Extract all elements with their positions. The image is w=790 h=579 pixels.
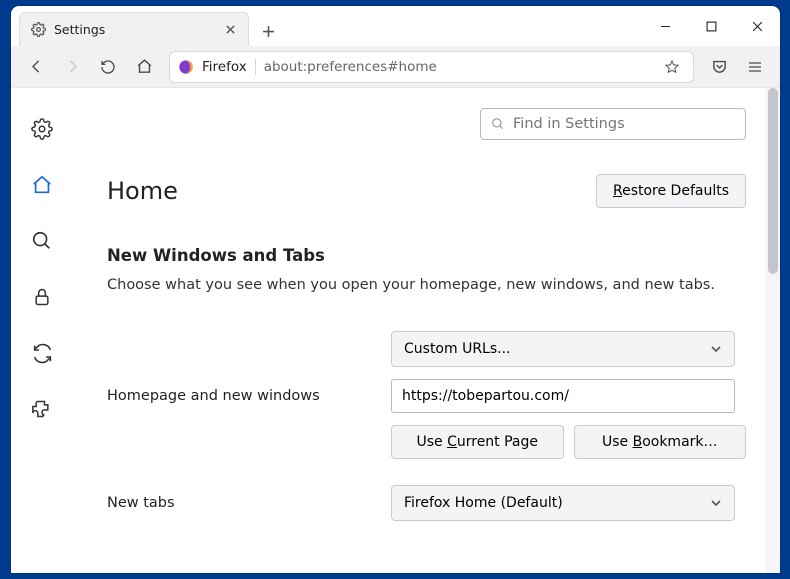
homepage-label: Homepage and new windows bbox=[107, 388, 391, 404]
section-desc: Choose what you see when you open your h… bbox=[107, 275, 746, 295]
homepage-url-input[interactable] bbox=[391, 379, 735, 413]
chevron-down-icon bbox=[710, 343, 722, 355]
home-button[interactable] bbox=[127, 51, 161, 83]
sidebar-sync[interactable] bbox=[29, 340, 55, 366]
settings-search-input[interactable] bbox=[513, 116, 735, 132]
scrollbar[interactable] bbox=[765, 88, 780, 573]
chevron-down-icon bbox=[710, 497, 722, 509]
back-button[interactable] bbox=[19, 51, 53, 83]
use-current-page-button[interactable]: Use Current Page bbox=[391, 425, 564, 459]
scrollbar-thumb[interactable] bbox=[768, 88, 778, 274]
settings-search[interactable] bbox=[480, 108, 746, 140]
sidebar-privacy[interactable] bbox=[29, 284, 55, 310]
forward-button[interactable] bbox=[55, 51, 89, 83]
firefox-icon bbox=[178, 59, 194, 75]
star-icon[interactable] bbox=[659, 54, 685, 80]
menu-button[interactable] bbox=[738, 51, 772, 83]
newtabs-label: New tabs bbox=[107, 495, 391, 511]
reload-button[interactable] bbox=[91, 51, 125, 83]
sidebar-home[interactable] bbox=[29, 172, 55, 198]
url-path: about:preferences#home bbox=[264, 59, 651, 75]
select-value: Firefox Home (Default) bbox=[404, 495, 563, 511]
sidebar-general[interactable] bbox=[29, 116, 55, 142]
section-title: New Windows and Tabs bbox=[107, 246, 746, 265]
tab-title: Settings bbox=[54, 22, 214, 37]
page-title: Home bbox=[107, 177, 596, 205]
select-value: Custom URLs... bbox=[404, 341, 511, 357]
search-icon bbox=[491, 117, 505, 131]
sidebar-search[interactable] bbox=[29, 228, 55, 254]
gear-icon bbox=[30, 22, 46, 38]
url-bar[interactable]: Firefox about:preferences#home bbox=[169, 51, 694, 83]
url-prefix: Firefox bbox=[202, 59, 256, 75]
sidebar-extensions[interactable] bbox=[29, 396, 55, 422]
new-tab-button[interactable] bbox=[253, 16, 283, 46]
maximize-button[interactable] bbox=[688, 6, 734, 46]
restore-defaults-button[interactable]: Restore Defaults bbox=[596, 174, 746, 208]
tab-settings[interactable]: Settings bbox=[19, 12, 249, 46]
pocket-icon[interactable] bbox=[702, 51, 736, 83]
minimize-button[interactable] bbox=[642, 6, 688, 46]
use-bookmark-button[interactable]: Use Bookmark… bbox=[574, 425, 747, 459]
close-window-button[interactable] bbox=[734, 6, 780, 46]
close-icon[interactable] bbox=[222, 22, 238, 38]
newtabs-select[interactable]: Firefox Home (Default) bbox=[391, 485, 735, 521]
homepage-mode-select[interactable]: Custom URLs... bbox=[391, 331, 735, 367]
